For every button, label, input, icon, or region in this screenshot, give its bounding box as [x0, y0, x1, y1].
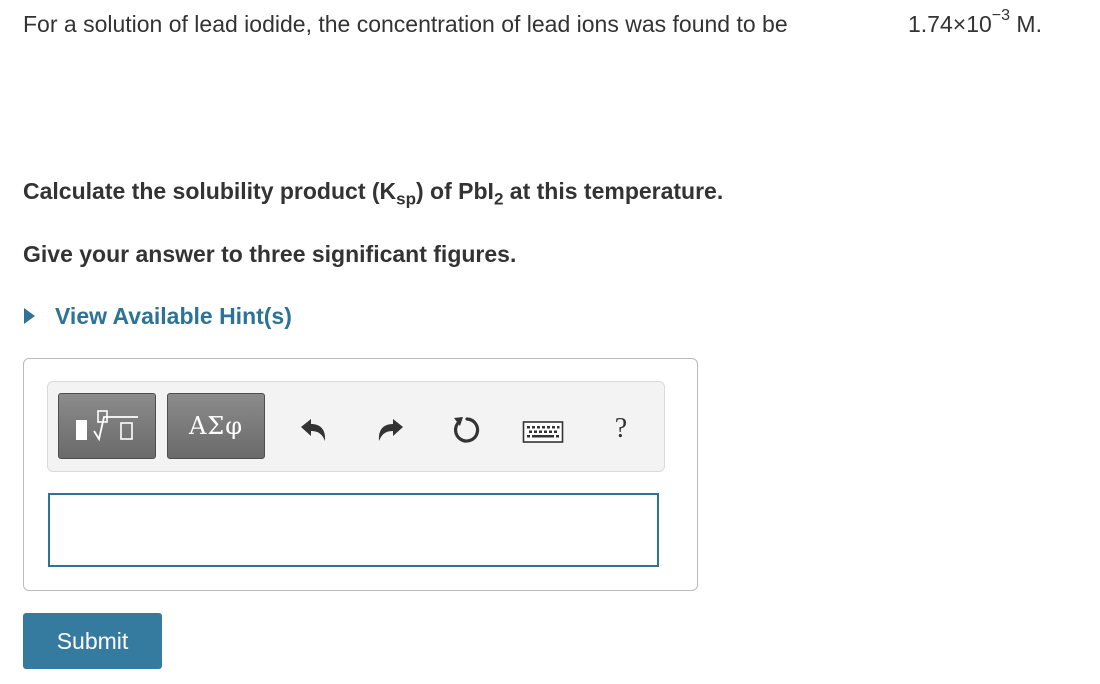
expand-triangle-icon [24, 307, 35, 324]
templates-button[interactable] [58, 393, 156, 459]
concentration-unit: M. [1010, 11, 1042, 37]
question-post: at this temperature. [503, 178, 724, 204]
submit-button[interactable]: Submit [23, 613, 162, 669]
reset-button[interactable] [450, 413, 484, 447]
instruction-text: Give your answer to three significant fi… [23, 241, 517, 267]
answer-input[interactable] [50, 495, 657, 565]
keyboard-button[interactable] [522, 418, 564, 446]
redo-button[interactable] [374, 415, 406, 447]
reset-icon [453, 417, 480, 443]
greek-symbols-label: ΑΣφ [188, 412, 244, 440]
question-mid: ) of PbI [416, 178, 494, 204]
help-icon: ? [614, 413, 628, 444]
undo-button[interactable] [298, 415, 330, 447]
concentration-value: 1.74×10−3 M. [908, 8, 1042, 38]
help-button[interactable]: ? [606, 409, 636, 449]
templates-icon [76, 410, 138, 442]
keyboard-icon [522, 421, 564, 443]
greek-symbols-button[interactable]: ΑΣφ [167, 393, 265, 459]
problem-statement: For a solution of lead iodide, the conce… [23, 11, 788, 37]
question-sub-2: 2 [493, 189, 504, 209]
concentration-exponent: −3 [991, 7, 1011, 25]
question-text: Calculate the solubility product (Ksp) o… [23, 178, 724, 208]
view-hints-link[interactable]: View Available Hint(s) [24, 303, 292, 330]
question-pre: Calculate the solubility product (K [23, 178, 397, 204]
question-sub-ksp: sp [396, 189, 416, 209]
redo-icon [378, 419, 403, 441]
concentration-base: 1.74×10 [908, 11, 992, 37]
undo-icon [301, 419, 326, 441]
answer-field-container [48, 493, 659, 567]
view-hints-label: View Available Hint(s) [55, 303, 292, 329]
